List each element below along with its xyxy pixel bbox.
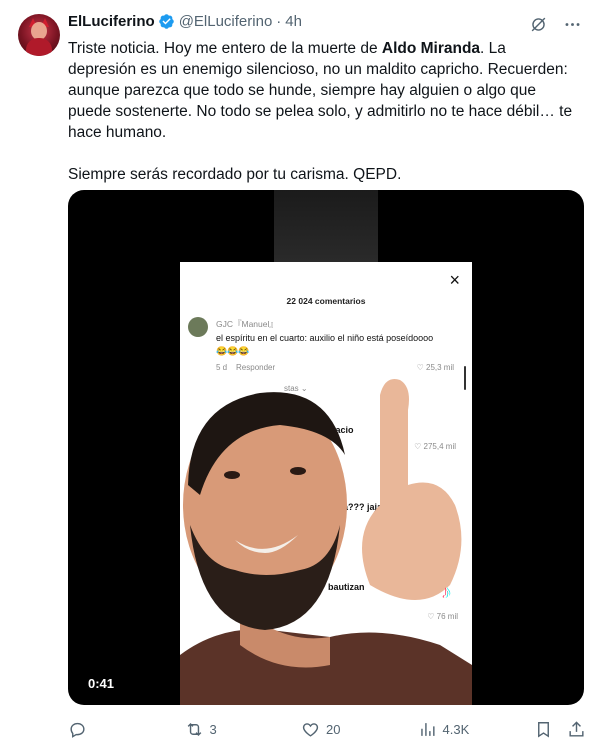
author-name[interactable]: ElLuciferino — [68, 13, 155, 30]
comment-meta: 5 d Responder — [216, 363, 276, 372]
repost-count: 3 — [209, 721, 217, 737]
share-icon[interactable] — [567, 720, 586, 739]
commenter-avatar — [188, 317, 208, 337]
grok-icon[interactable] — [528, 14, 548, 34]
more-options-icon[interactable] — [562, 14, 582, 34]
comments-count: 22 024 comentarios — [286, 296, 366, 306]
tweet-actions: 3 20 4.3K — [68, 718, 586, 740]
person-in-video — [180, 379, 472, 705]
reply-button[interactable] — [68, 720, 185, 739]
post-time[interactable]: 4h — [285, 13, 302, 30]
repost-button[interactable]: 3 — [185, 720, 302, 739]
tweet-text: Triste noticia. Hoy me entero de la muer… — [68, 38, 578, 185]
video-player[interactable]: × 22 024 comentarios GJC『Manuel』 el espí… — [68, 190, 584, 705]
header-actions — [528, 14, 582, 34]
heart-icon — [302, 722, 319, 737]
tweet-paragraph-2: Siempre serás recordado por tu carisma. … — [68, 166, 402, 183]
tweet-paragraph-1: Triste noticia. Hoy me entero de la muer… — [68, 40, 573, 141]
comment-text: el espíritu en el cuarto: auxilio el niñ… — [216, 333, 434, 356]
close-icon: × — [449, 270, 460, 290]
like-count: 20 — [326, 721, 341, 737]
analytics-icon — [420, 722, 435, 736]
like-button[interactable]: 20 — [301, 720, 418, 739]
commenter-name: GJC『Manuel』 — [216, 319, 278, 329]
tiktok-watermark-text: k — [456, 600, 461, 609]
tiktok-logo-icon: ♪ — [442, 582, 451, 602]
mention-name: Aldo Miranda — [381, 40, 481, 57]
reply-icon — [70, 722, 85, 738]
secondary-actions — [534, 720, 586, 739]
video-duration: 0:41 — [80, 674, 123, 693]
avatar-body — [26, 38, 52, 56]
author-handle[interactable]: @ElLuciferino — [179, 13, 273, 30]
verified-badge-icon — [158, 13, 175, 30]
separator-dot: · — [276, 13, 282, 30]
bookmark-icon[interactable] — [534, 720, 553, 739]
video-background — [274, 190, 378, 262]
tweet-header: ElLuciferino @ElLuciferino · 4h — [68, 13, 302, 30]
views-count: 4.3K — [442, 721, 470, 737]
views-button[interactable]: 4.3K — [418, 720, 535, 739]
author-avatar[interactable] — [18, 14, 60, 56]
comment-likes: ♡ 25,3 mil — [416, 363, 454, 372]
repost-icon — [187, 722, 201, 736]
